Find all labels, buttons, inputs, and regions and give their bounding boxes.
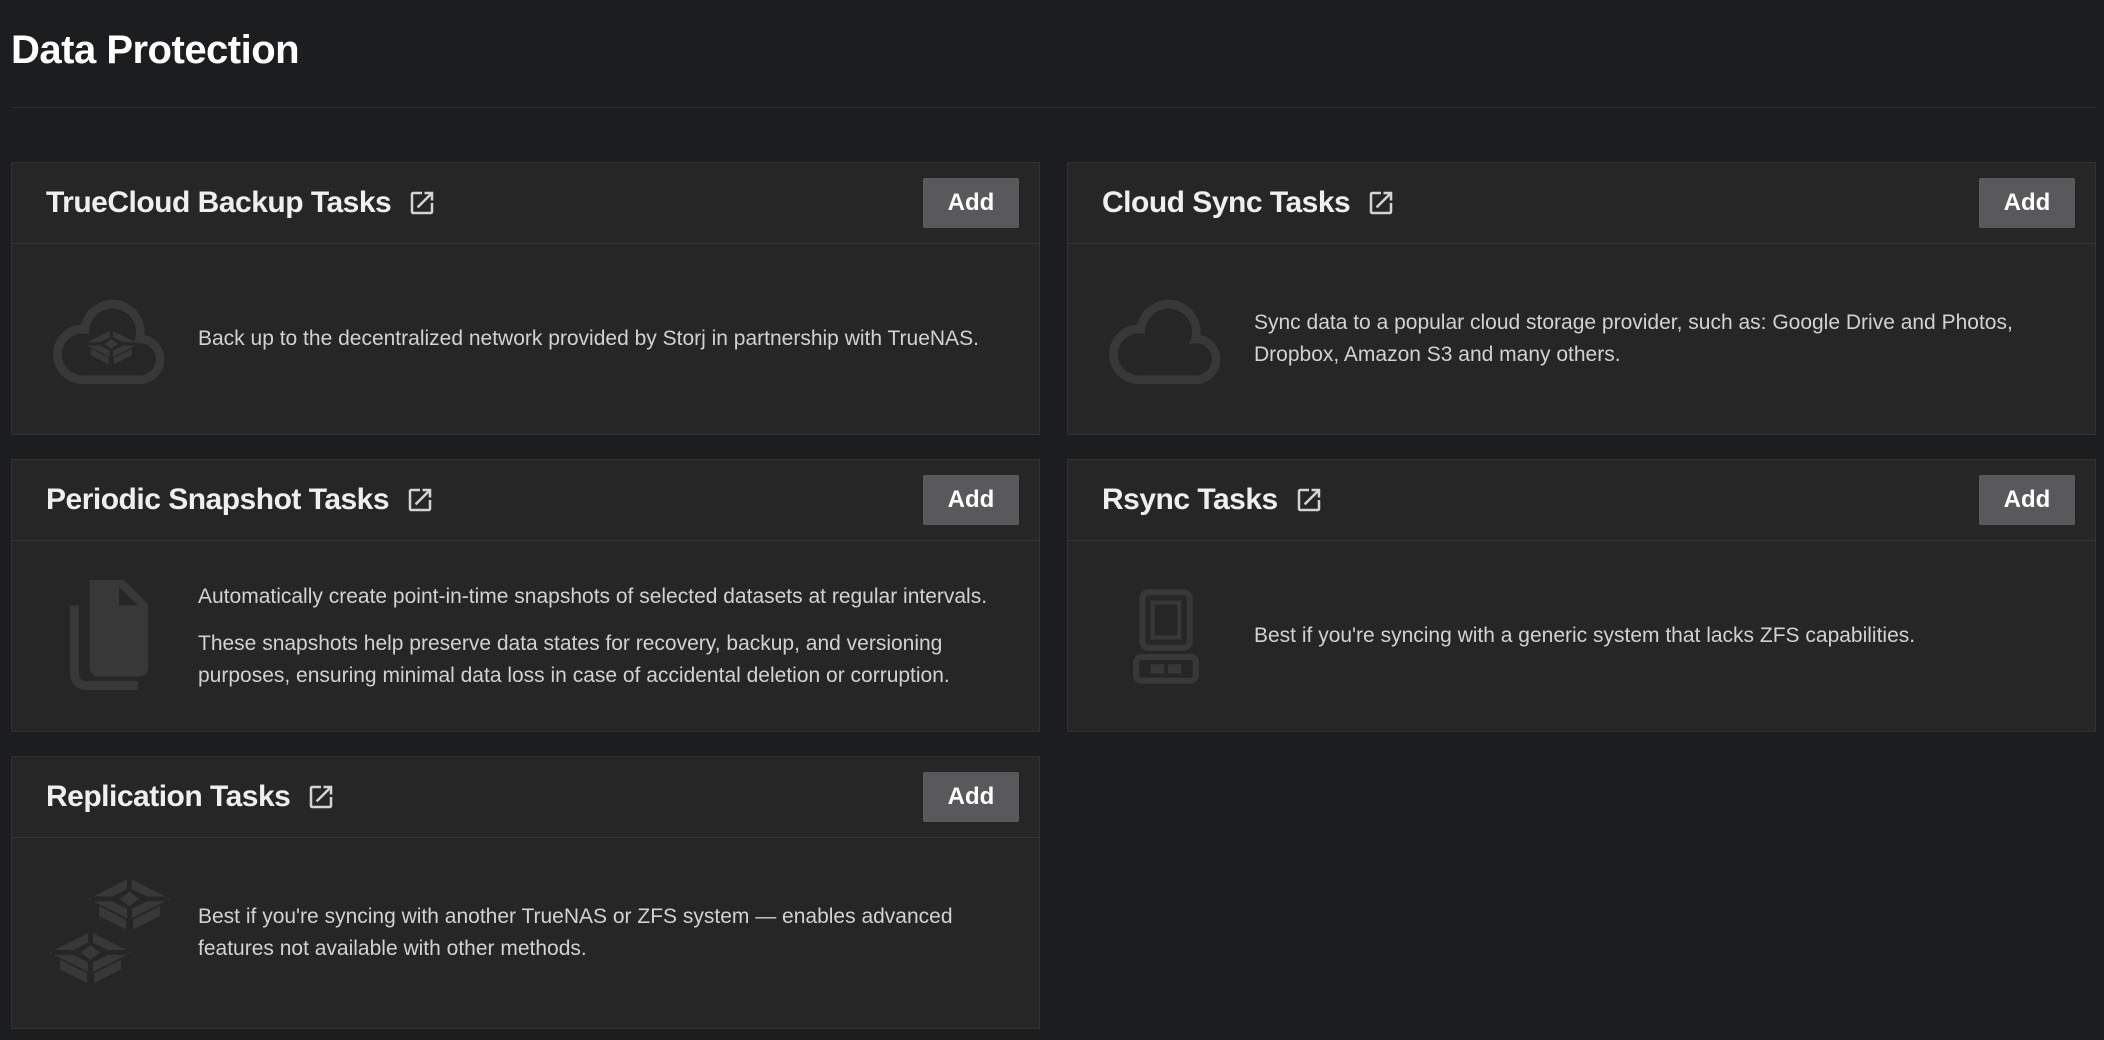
add-button-replication[interactable]: Add xyxy=(923,772,1019,822)
cloud-icon xyxy=(1102,290,1230,389)
open-in-new-icon[interactable] xyxy=(405,485,435,515)
card-text: Sync data to a popular cloud storage pro… xyxy=(1254,307,2067,371)
card-description: Best if you're syncing with another True… xyxy=(198,901,1011,965)
open-in-new-icon[interactable] xyxy=(1294,485,1324,515)
add-button-truecloud-backup[interactable]: Add xyxy=(923,178,1019,228)
card-replication: Replication Tasks Add xyxy=(11,756,1040,1029)
card-truecloud-backup: TrueCloud Backup Tasks Add xyxy=(11,162,1040,435)
computer-icon xyxy=(1102,589,1230,684)
card-header: TrueCloud Backup Tasks Add xyxy=(12,163,1039,244)
card-description: Sync data to a popular cloud storage pro… xyxy=(1254,307,2067,371)
data-protection-page: Data Protection TrueCloud Backup Tasks A… xyxy=(0,24,2104,1029)
open-in-new-icon[interactable] xyxy=(407,188,437,218)
card-title[interactable]: Cloud Sync Tasks xyxy=(1102,186,1350,220)
add-button-periodic-snapshot[interactable]: Add xyxy=(923,475,1019,525)
card-text: Best if you're syncing with a generic sy… xyxy=(1254,620,2067,652)
card-text: Back up to the decentralized network pro… xyxy=(198,323,1011,355)
card-header: Replication Tasks Add xyxy=(12,757,1039,838)
card-header: Rsync Tasks Add xyxy=(1068,460,2095,541)
card-description: Back up to the decentralized network pro… xyxy=(198,323,1011,355)
open-in-new-icon[interactable] xyxy=(306,782,336,812)
card-body: Best if you're syncing with another True… xyxy=(12,838,1039,1028)
card-title[interactable]: Rsync Tasks xyxy=(1102,483,1278,517)
card-body: Back up to the decentralized network pro… xyxy=(12,244,1039,434)
snapshots-icon xyxy=(46,575,174,697)
card-body: Sync data to a popular cloud storage pro… xyxy=(1068,244,2095,434)
card-text: Best if you're syncing with another True… xyxy=(198,901,1011,965)
card-title[interactable]: Replication Tasks xyxy=(46,780,290,814)
card-periodic-snapshot: Periodic Snapshot Tasks Add Automaticall… xyxy=(11,459,1040,732)
replication-boxes-icon xyxy=(46,877,174,989)
open-in-new-icon[interactable] xyxy=(1366,188,1396,218)
card-text: Automatically create point-in-time snaps… xyxy=(198,581,1011,692)
card-description: These snapshots help preserve data state… xyxy=(198,628,1011,692)
card-description: Automatically create point-in-time snaps… xyxy=(198,581,1011,613)
card-cloud-sync: Cloud Sync Tasks Add xyxy=(1067,162,2096,435)
card-grid: TrueCloud Backup Tasks Add xyxy=(11,162,2096,1029)
card-rsync: Rsync Tasks Add Best if yo xyxy=(1067,459,2096,732)
page-title: Data Protection xyxy=(11,24,2096,76)
card-body: Automatically create point-in-time snaps… xyxy=(12,541,1039,731)
card-description: Best if you're syncing with a generic sy… xyxy=(1254,620,2067,652)
card-title[interactable]: TrueCloud Backup Tasks xyxy=(46,186,391,220)
cloud-storj-icon xyxy=(46,290,174,389)
card-header: Periodic Snapshot Tasks Add xyxy=(12,460,1039,541)
add-button-rsync[interactable]: Add xyxy=(1979,475,2075,525)
title-divider xyxy=(11,107,2096,108)
card-body: Best if you're syncing with a generic sy… xyxy=(1068,541,2095,731)
card-title[interactable]: Periodic Snapshot Tasks xyxy=(46,483,389,517)
card-header: Cloud Sync Tasks Add xyxy=(1068,163,2095,244)
add-button-cloud-sync[interactable]: Add xyxy=(1979,178,2075,228)
